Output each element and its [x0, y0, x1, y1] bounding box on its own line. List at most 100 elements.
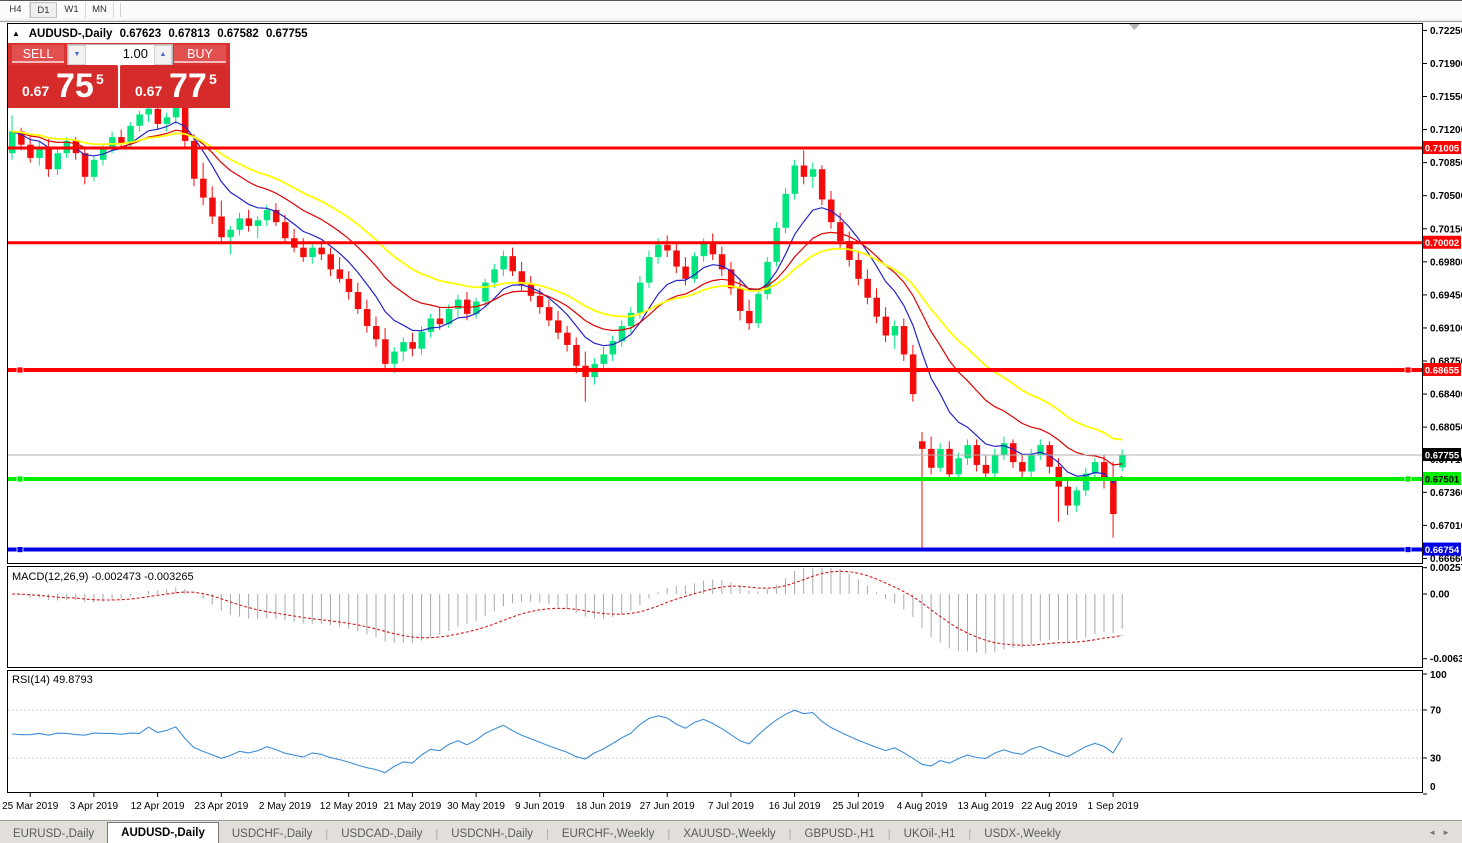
volume-decrease-button[interactable]: ▼: [68, 45, 86, 65]
date-axis-label: 4 Aug 2019: [897, 801, 948, 812]
candle-body: [373, 326, 380, 340]
candle-body: [500, 256, 507, 270]
price-axis-label: 0.67010: [1430, 521, 1462, 532]
candle-body: [391, 351, 398, 364]
candle-body: [864, 278, 871, 298]
line-anchor: [1404, 546, 1412, 553]
line-anchor: [16, 366, 24, 374]
candle-body: [909, 354, 917, 395]
candle-body: [318, 247, 325, 255]
candle-body: [709, 242, 717, 255]
one-click-collapse-icon[interactable]: ▲: [12, 29, 20, 38]
chart-tab-usdchf-daily[interactable]: USDCHF-,Daily: [219, 824, 326, 843]
buy-button[interactable]: BUY: [174, 45, 226, 63]
chart-tab-ukoil-h1[interactable]: UKOil-,H1: [891, 824, 969, 843]
date-axis: 25 Mar 2019 3 Apr 2019 12 Apr 2019 23 Apr 2…: [2, 793, 1139, 812]
rsi-axis-label: 0: [1430, 782, 1436, 793]
candle-body: [800, 165, 808, 177]
candle-body: [1101, 462, 1108, 478]
volume-spinner: ▼ 1.00 ▲: [67, 44, 173, 66]
candle-body: [136, 114, 143, 126]
line-anchor: [1404, 366, 1412, 374]
ohlc-open: 0.67623: [119, 28, 162, 40]
buy-price-prefix: 0.67: [135, 83, 163, 99]
one-click-header: SELL ▼ 1.00 ▲ BUY: [8, 43, 230, 66]
tab-scroll-right-icon[interactable]: ►: [1442, 828, 1456, 837]
candle-body: [673, 250, 680, 267]
date-axis-label: 1 Sep 2019: [1088, 801, 1140, 812]
price-axis-label: 0.72250: [1430, 26, 1462, 37]
price-axis-label: 0.70150: [1430, 224, 1462, 235]
candle-body: [382, 339, 389, 364]
price-divider: [118, 65, 120, 108]
volume-value[interactable]: 1.00: [86, 45, 154, 65]
chart-tab-audusd-daily[interactable]: AUDUSD-,Daily: [107, 822, 219, 843]
price-axis-label: 0.69450: [1430, 290, 1462, 301]
candle-body: [737, 288, 744, 311]
price-axis-label: 0.71550: [1430, 92, 1462, 103]
chart-title: ▲ AUDUSD-,Daily 0.67623 0.67813 0.67582 …: [12, 28, 312, 40]
chart-tab-eurusd-daily[interactable]: EURUSD-,Daily: [0, 824, 107, 843]
tab-scroll-arrows[interactable]: ◄►: [1428, 828, 1456, 837]
candle-body: [245, 218, 253, 226]
candle-body: [1055, 466, 1062, 487]
price-line-badge-label: 0.66754: [1425, 545, 1460, 556]
date-axis-label: 12 May 2019: [320, 801, 378, 812]
candle-body: [664, 244, 671, 251]
candle-body: [345, 278, 353, 293]
candle-body: [964, 445, 971, 459]
macd-panel: [7, 566, 1423, 668]
candle-body: [427, 318, 435, 332]
price-line-badge-label: 0.70002: [1425, 238, 1459, 249]
sell-price-pip: 5: [96, 71, 104, 87]
price-chart-canvas[interactable]: 0.72250 0.71900 0.71550 0.71200 0.70850 0.705…: [0, 1, 1462, 819]
candle-body: [263, 209, 271, 221]
chart-tab-usdcad-daily[interactable]: USDCAD-,Daily: [328, 824, 435, 843]
candle-body: [955, 458, 962, 475]
macd-axis-label: 0.002574: [1430, 563, 1462, 574]
candle-body: [354, 292, 362, 310]
candle-body: [564, 332, 571, 345]
date-axis-label: 25 Jul 2019: [832, 801, 884, 812]
candle-body: [9, 131, 16, 154]
candle-body: [882, 316, 890, 336]
candle-body: [409, 342, 416, 349]
price-line-badge-label: 0.67501: [1425, 474, 1460, 485]
candle-body: [928, 448, 935, 468]
volume-increase-button[interactable]: ▲: [154, 45, 172, 65]
date-axis-label: 30 May 2019: [447, 801, 505, 812]
ohlc-high: 0.67813: [168, 28, 210, 40]
candle-body: [227, 229, 234, 238]
candle-body: [482, 282, 489, 302]
candle-body: [773, 227, 780, 262]
sell-price-display[interactable]: 0.67 75 5: [8, 65, 117, 108]
candle-body: [163, 117, 171, 124]
chart-tab-xauusd-weekly[interactable]: XAUUSD-,Weekly: [670, 824, 788, 843]
price-axis-label: 0.67360: [1430, 488, 1462, 499]
date-axis-label: 3 Apr 2019: [70, 801, 119, 812]
ohlc-close: 0.67755: [265, 28, 308, 40]
tab-scroll-left-icon[interactable]: ◄: [1428, 828, 1442, 837]
date-axis-label: 21 May 2019: [383, 801, 441, 812]
date-axis-label: 18 Jun 2019: [576, 801, 631, 812]
sell-button[interactable]: SELL: [12, 45, 64, 63]
chart-tab-usdcnh-daily[interactable]: USDCNH-,Daily: [438, 824, 546, 843]
chart-tab-eurchf-weekly[interactable]: EURCHF-,Weekly: [549, 824, 667, 843]
candle-body: [336, 269, 344, 279]
date-axis-label: 27 Jun 2019: [640, 801, 695, 812]
rsi-axis-label: 30: [1430, 754, 1442, 765]
price-line-badge-label: 0.68655: [1425, 365, 1460, 376]
date-axis-label: 12 Apr 2019: [131, 801, 185, 812]
rsi-panel: [7, 670, 1423, 793]
buy-price-pip: 5: [209, 71, 217, 87]
chart-tab-gbpusd-h1[interactable]: GBPUSD-,H1: [792, 824, 888, 843]
date-axis-label: 22 Aug 2019: [1021, 801, 1078, 812]
chart-tab-usdx-weekly[interactable]: USDX-,Weekly: [971, 824, 1073, 843]
candle-body: [1010, 443, 1017, 463]
buy-price-display[interactable]: 0.67 77 5: [121, 65, 230, 108]
candle-body: [900, 326, 908, 355]
price-axis-label: 0.69100: [1430, 323, 1462, 334]
candle-body: [919, 441, 926, 449]
candle-body: [891, 326, 899, 336]
candle-body: [636, 282, 644, 313]
